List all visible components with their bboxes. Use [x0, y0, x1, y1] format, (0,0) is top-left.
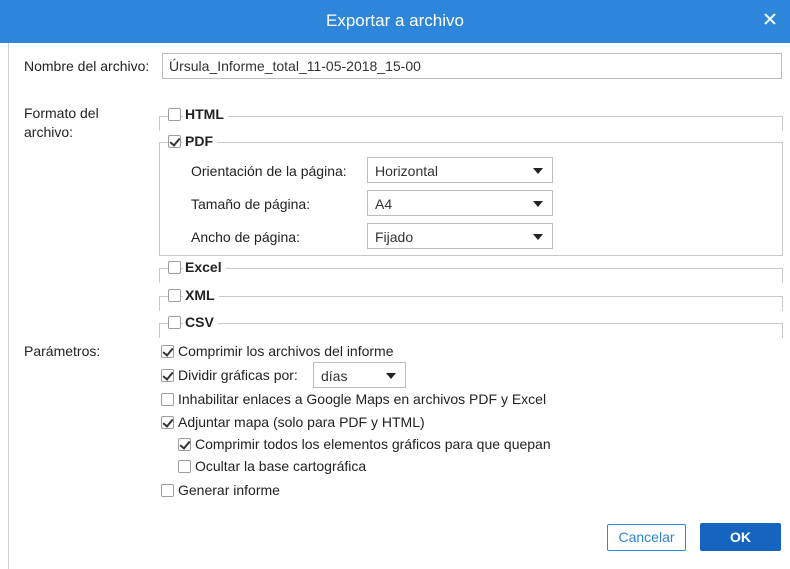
split-checkbox[interactable]	[161, 369, 174, 382]
dialog-titlebar: Exportar a archivo	[0, 0, 790, 43]
dialog-left-border	[8, 43, 9, 569]
orientation-label: Orientación de la página:	[191, 163, 347, 179]
pdf-checkbox[interactable]	[168, 135, 181, 148]
compress-graphics-label: Comprimir todos los elementos gráficos p…	[193, 436, 555, 452]
filename-input[interactable]	[162, 53, 782, 79]
split-unit-select[interactable]: días	[313, 362, 406, 388]
hide-base-checkbox[interactable]	[178, 460, 191, 473]
close-icon[interactable]	[764, 13, 776, 25]
params-label: Parámetros:	[24, 343, 101, 359]
xml-fieldset	[159, 296, 783, 311]
cancel-button[interactable]: Cancelar	[607, 524, 686, 551]
filename-label: Nombre del archivo:	[24, 58, 150, 74]
html-label: HTML	[183, 106, 228, 122]
page-width-value: Fijado	[375, 229, 414, 245]
split-label: Dividir gráficas por:	[176, 367, 302, 383]
html-fieldset	[159, 116, 783, 131]
xml-checkbox[interactable]	[168, 289, 181, 302]
compress-checkbox[interactable]	[161, 345, 174, 358]
disable-links-label: Inhabilitar enlaces a Google Maps en arc…	[176, 391, 551, 407]
split-unit-value: días	[321, 368, 348, 384]
orientation-value: Horizontal	[375, 163, 439, 179]
page-width-select[interactable]: Fijado	[367, 223, 553, 249]
orientation-select[interactable]: Horizontal	[367, 157, 553, 183]
chevron-down-icon	[533, 201, 543, 207]
page-size-label: Tamaño de página:	[191, 196, 311, 212]
excel-fieldset	[159, 268, 783, 283]
ok-button[interactable]: OK	[700, 523, 781, 551]
attach-map-label: Adjuntar mapa (solo para PDF y HTML)	[176, 414, 429, 430]
csv-checkbox[interactable]	[168, 316, 181, 329]
compress-label: Comprimir los archivos del informe	[176, 343, 398, 359]
format-label-line1: Formato del	[24, 105, 99, 121]
page-size-select[interactable]: A4	[367, 190, 553, 216]
csv-label: CSV	[183, 314, 218, 330]
html-checkbox[interactable]	[168, 108, 181, 121]
page-width-label: Ancho de página:	[191, 229, 300, 245]
format-label-line2: archivo:	[24, 124, 74, 140]
generate-report-checkbox[interactable]	[161, 484, 174, 497]
chevron-down-icon	[533, 168, 543, 174]
xml-label: XML	[183, 287, 219, 303]
hide-base-label: Ocultar la base cartográfica	[193, 458, 371, 474]
disable-links-checkbox[interactable]	[161, 393, 174, 406]
chevron-down-icon	[533, 234, 543, 240]
dialog-title: Exportar a archivo	[326, 11, 464, 30]
chevron-down-icon	[386, 373, 396, 379]
generate-report-label: Generar informe	[176, 482, 284, 498]
excel-label: Excel	[183, 259, 226, 275]
csv-fieldset	[159, 323, 783, 338]
excel-checkbox[interactable]	[168, 261, 181, 274]
page-size-value: A4	[375, 196, 393, 212]
attach-map-checkbox[interactable]	[161, 416, 174, 429]
pdf-label: PDF	[183, 133, 217, 149]
compress-graphics-checkbox[interactable]	[178, 438, 191, 451]
